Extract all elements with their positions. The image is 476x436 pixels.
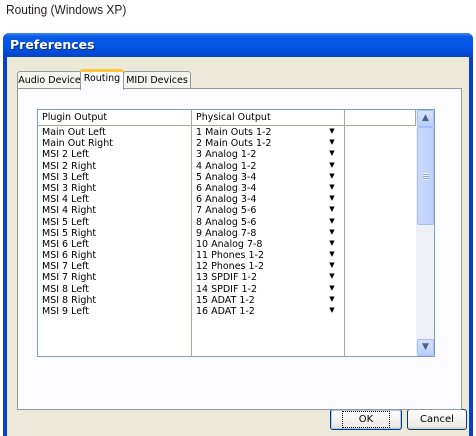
plugin-output-cell: MSI 8 Right — [42, 294, 97, 306]
table-row[interactable]: MSI 2 Right 4 Analog 1-2 ▼ — [38, 161, 416, 172]
plugin-output-cell: MSI 5 Left — [42, 216, 89, 228]
physical-output-select[interactable]: 6 Analog 3-4 — [196, 194, 256, 205]
tab-routing[interactable]: Routing — [80, 69, 124, 90]
cancel-button[interactable]: Cancel — [407, 409, 467, 430]
tab-audio-device[interactable]: Audio Device — [17, 71, 82, 89]
dropdown-arrow-icon[interactable]: ▼ — [327, 161, 337, 170]
table-row[interactable]: MSI 4 Right 7 Analog 5-6 ▼ — [38, 205, 416, 216]
plugin-output-cell: MSI 6 Right — [42, 250, 97, 262]
physical-output-select[interactable]: 9 Analog 7-8 — [196, 228, 256, 239]
dropdown-arrow-icon[interactable]: ▼ — [327, 172, 337, 181]
dropdown-arrow-icon[interactable]: ▼ — [327, 217, 337, 226]
physical-output-select[interactable]: 7 Analog 5-6 — [196, 205, 256, 216]
dropdown-arrow-icon[interactable]: ▼ — [327, 250, 337, 259]
ok-button[interactable]: OK — [330, 409, 402, 430]
dropdown-arrow-icon[interactable]: ▼ — [327, 272, 337, 281]
plugin-output-cell: MSI 6 Left — [42, 238, 89, 250]
vertical-scrollbar[interactable]: ▲ ▼ — [416, 110, 434, 356]
figure-caption: Routing (Windows XP) — [6, 2, 127, 17]
dropdown-arrow-icon[interactable]: ▼ — [327, 149, 337, 158]
table-row[interactable]: MSI 5 Right 9 Analog 7-8 ▼ — [38, 228, 416, 239]
title-bar[interactable]: Preferences — [3, 33, 473, 57]
plugin-output-cell: MSI 8 Left — [42, 283, 89, 295]
dropdown-arrow-icon[interactable]: ▼ — [327, 194, 337, 203]
plugin-output-cell: MSI 4 Left — [42, 194, 89, 206]
grip-icon — [423, 173, 429, 180]
plugin-output-cell: MSI 7 Left — [42, 261, 89, 273]
physical-output-select[interactable]: 6 Analog 3-4 — [196, 183, 256, 194]
dropdown-arrow-icon[interactable]: ▼ — [327, 127, 337, 136]
scroll-up-arrow-icon[interactable]: ▲ — [417, 110, 434, 127]
table-row[interactable]: Main Out Right 2 Main Outs 1-2 ▼ — [38, 138, 416, 149]
physical-output-select[interactable]: 13 SPDIF 1-2 — [196, 272, 257, 283]
routing-table: Plugin Output Physical Output Main Out L… — [37, 109, 435, 357]
table-row[interactable]: MSI 8 Right 15 ADAT 1-2 ▼ — [38, 295, 416, 306]
physical-output-select[interactable]: 15 ADAT 1-2 — [196, 295, 255, 306]
dropdown-arrow-icon[interactable]: ▼ — [327, 284, 337, 293]
physical-output-select[interactable]: 1 Main Outs 1-2 — [196, 127, 271, 138]
dropdown-arrow-icon[interactable]: ▼ — [327, 261, 337, 270]
plugin-output-cell: MSI 5 Right — [42, 227, 97, 239]
plugin-output-cell: MSI 9 Left — [42, 306, 89, 317]
dropdown-arrow-icon[interactable]: ▼ — [327, 306, 337, 315]
dropdown-arrow-icon[interactable]: ▼ — [327, 183, 337, 192]
table-row[interactable]: MSI 2 Left 3 Analog 1-2 ▼ — [38, 149, 416, 160]
table-row[interactable]: MSI 3 Left 5 Analog 3-4 ▼ — [38, 172, 416, 183]
window-title: Preferences — [10, 37, 95, 52]
plugin-output-cell: Main Out Left — [42, 127, 106, 138]
physical-output-select[interactable]: 8 Analog 5-6 — [196, 217, 256, 228]
plugin-output-cell: MSI 3 Left — [42, 171, 89, 183]
table-row[interactable]: MSI 5 Left 8 Analog 5-6 ▼ — [38, 217, 416, 228]
table-row[interactable]: MSI 7 Right 13 SPDIF 1-2 ▼ — [38, 272, 416, 283]
plugin-output-cell: MSI 2 Right — [42, 160, 97, 172]
physical-output-select[interactable]: 2 Main Outs 1-2 — [196, 138, 271, 149]
table-row[interactable]: MSI 8 Left 14 SPDIF 1-2 ▼ — [38, 284, 416, 295]
table-row[interactable]: MSI 6 Left 10 Analog 7-8 ▼ — [38, 239, 416, 250]
plugin-output-cell: MSI 4 Right — [42, 205, 97, 217]
physical-output-select[interactable]: 3 Analog 1-2 — [196, 149, 256, 160]
physical-output-select[interactable]: 12 Phones 1-2 — [196, 261, 264, 272]
scroll-down-arrow-icon[interactable]: ▼ — [417, 339, 434, 356]
physical-output-select[interactable]: 4 Analog 1-2 — [196, 161, 256, 172]
physical-output-select[interactable]: 16 ADAT 1-2 — [196, 306, 255, 317]
table-row[interactable]: MSI 3 Right 6 Analog 3-4 ▼ — [38, 183, 416, 194]
dropdown-arrow-icon[interactable]: ▼ — [327, 228, 337, 237]
dropdown-arrow-icon[interactable]: ▼ — [327, 205, 337, 214]
table-row[interactable]: MSI 4 Left 6 Analog 3-4 ▼ — [38, 194, 416, 205]
plugin-output-cell: Main Out Right — [42, 138, 113, 150]
physical-output-select[interactable]: 10 Analog 7-8 — [196, 239, 262, 250]
physical-output-select[interactable]: 14 SPDIF 1-2 — [196, 284, 257, 295]
physical-output-select[interactable]: 11 Phones 1-2 — [196, 250, 264, 261]
dropdown-arrow-icon[interactable]: ▼ — [327, 239, 337, 248]
column-header-empty — [345, 110, 416, 126]
ok-button-label: OK — [341, 411, 391, 428]
table-row[interactable]: Main Out Left 1 Main Outs 1-2 ▼ — [38, 127, 416, 138]
plugin-output-cell: MSI 3 Right — [42, 182, 97, 194]
column-header-plugin-output[interactable]: Plugin Output — [38, 110, 192, 126]
table-row[interactable]: MSI 7 Left 12 Phones 1-2 ▼ — [38, 261, 416, 272]
scrollbar-thumb[interactable] — [417, 127, 434, 225]
table-row[interactable]: MSI 9 Left 16 ADAT 1-2 ▼ — [38, 306, 416, 317]
dropdown-arrow-icon[interactable]: ▼ — [327, 138, 337, 147]
table-body: Main Out Left 1 Main Outs 1-2 ▼ Main Out Ri… — [38, 127, 416, 317]
plugin-output-cell: MSI 2 Left — [42, 149, 89, 161]
preferences-window: Preferences Audio Device Routing MIDI De… — [3, 33, 473, 436]
table-header: Plugin Output Physical Output — [38, 110, 416, 127]
dropdown-arrow-icon[interactable]: ▼ — [327, 295, 337, 304]
physical-output-select[interactable]: 5 Analog 3-4 — [196, 172, 256, 183]
tab-midi-devices[interactable]: MIDI Devices — [123, 71, 191, 89]
table-row[interactable]: MSI 6 Right 11 Phones 1-2 ▼ — [38, 250, 416, 261]
column-header-physical-output[interactable]: Physical Output — [192, 110, 345, 126]
plugin-output-cell: MSI 7 Right — [42, 272, 97, 284]
dialog-body: Audio Device Routing MIDI Devices Plugin… — [7, 57, 469, 436]
